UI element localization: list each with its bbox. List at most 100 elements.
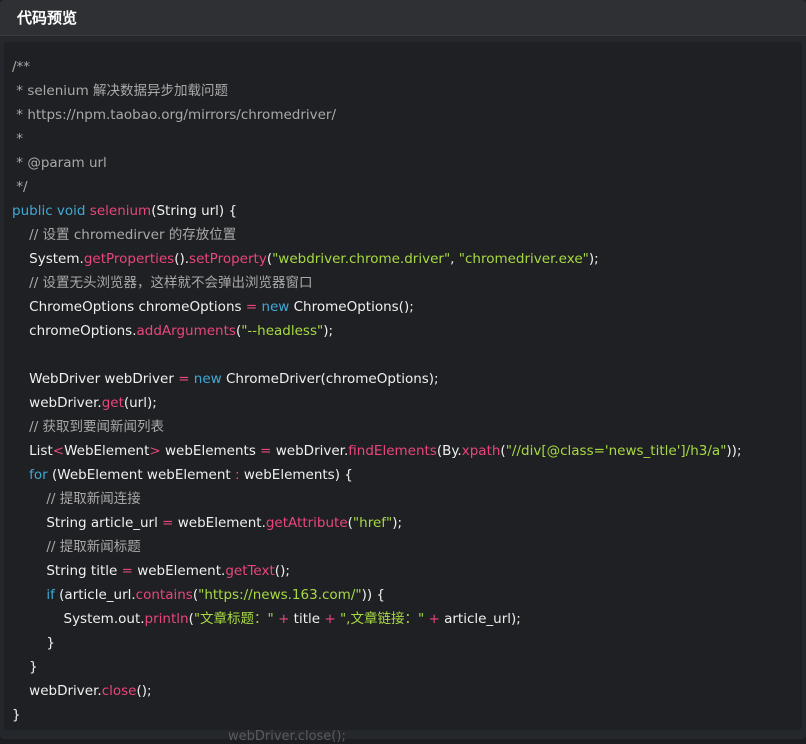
code-token-plain: (By. — [436, 443, 462, 459]
code-token-func: getAttribute — [265, 515, 348, 531]
code-line: // 设置无头浏览器，这样就不会弹出浏览器窗口 — [12, 271, 742, 295]
code-line: * https://npm.taobao.org/mirrors/chromed… — [12, 103, 742, 127]
code-line: webDriver.close(); — [12, 679, 742, 703]
code-token-plain: ChromeDriver(chromeOptions); — [221, 371, 439, 387]
code-token-func: getProperties — [83, 251, 175, 267]
code-token-string: "chromedriver.exe" — [458, 251, 589, 267]
code-token-keyword: new — [193, 371, 222, 387]
code-token-comment: */ — [12, 179, 28, 195]
code-token-plain: webElement. — [173, 515, 266, 531]
code-token-string: "https://news.163.com/" — [198, 587, 362, 603]
code-line: String title = webElement.getText(); — [12, 559, 742, 583]
code-token-plain: System.out. — [12, 611, 145, 627]
code-token-plain: chromeOptions. — [12, 323, 137, 339]
code-token-plain: String title — [12, 563, 122, 579]
code-token-plain: ); — [588, 251, 599, 267]
code-token-plain: (); — [136, 683, 152, 699]
code-token-plain: )) { — [361, 587, 386, 603]
code-line: } — [12, 655, 742, 679]
code-token-comment: // 提取新闻连接 — [12, 491, 141, 507]
code-token-comment: // 设置无头浏览器，这样就不会弹出浏览器窗口 — [12, 275, 313, 291]
code-line: * @param url — [12, 151, 742, 175]
code-token-comment: /** — [12, 59, 31, 75]
code-token-string: "href" — [352, 515, 393, 531]
code-token-plain: ChromeOptions(); — [289, 299, 414, 315]
code-token-func: contains — [135, 587, 193, 603]
code-token-keyword: public — [12, 203, 53, 219]
code-token-op: > — [149, 443, 161, 459]
code-token-plain: } — [12, 707, 21, 723]
code-line: List<WebElement> webElements = webDriver… — [12, 439, 741, 463]
code-token-plain: WebDriver webDriver — [12, 371, 179, 387]
code-token-op: + — [428, 611, 440, 627]
code-token-op: = — [162, 515, 174, 531]
code-line: public void selenium(String url) { — [12, 199, 742, 223]
code-token-plain: (WebElement webElement — [47, 467, 236, 483]
code-token-func: close — [101, 683, 137, 699]
code-token-op: = — [260, 443, 272, 459]
code-line: /** — [12, 55, 742, 79]
code-token-func: setProperty — [189, 251, 267, 267]
code-token-plain: webDriver. — [12, 395, 102, 411]
code-line: } — [12, 703, 742, 727]
code-line: System.out.println("文章标题：" + title + ",文… — [12, 607, 742, 631]
code-line: * — [12, 127, 742, 151]
code-line: // 获取到要闻新闻列表 — [12, 415, 742, 439]
code-token-plain: , — [450, 251, 459, 267]
code-token-plain: article_url); — [439, 611, 521, 627]
code-token-plain: WebElement — [64, 443, 150, 459]
code-token-func: findElements — [348, 443, 437, 459]
code-token-plain: System. — [12, 251, 84, 267]
code-token-func: selenium — [89, 203, 152, 219]
code-token-comment: * https://npm.taobao.org/mirrors/chromed… — [12, 107, 337, 123]
code-token-plain: List — [12, 443, 53, 459]
code-token-func: addArguments — [136, 323, 236, 339]
code-token-plain: ChromeOptions chromeOptions — [12, 299, 246, 315]
code-line: webDriver.get(url); — [12, 391, 742, 415]
background-text: webDriver.close(); — [228, 729, 346, 744]
code-token-plain: webDriver. — [271, 443, 349, 459]
code-token-comment: // 设置 chromedirver 的存放位置 — [12, 227, 237, 243]
code-token-keyword: if — [46, 587, 55, 603]
code-token-plain: webElements — [160, 443, 261, 459]
code-token-plain: (). — [174, 251, 190, 267]
code-token-string: "webdriver.chrome.driver" — [272, 251, 451, 267]
code-token-plain: (article_url. — [54, 587, 136, 603]
code-line: // 提取新闻标题 — [12, 535, 742, 559]
code-token-op: = — [178, 371, 190, 387]
code-token-op: = — [121, 563, 133, 579]
code-token-op: + — [278, 611, 290, 627]
code-line: } — [12, 631, 742, 655]
window-titlebar: 代码预览 — [0, 0, 806, 36]
code-line: System.getProperties().setProperty("webd… — [12, 247, 742, 271]
code-token-comment: * @param url — [12, 155, 107, 171]
code-token-plain: ); — [323, 323, 334, 339]
code-token-op: < — [52, 443, 65, 459]
code-token-string: "文章标题：" — [193, 611, 274, 627]
code-token-plain: (String url) { — [151, 203, 238, 219]
code-token-plain: webDriver. — [12, 683, 102, 699]
code-line: // 提取新闻连接 — [12, 487, 742, 511]
code-token-func: println — [144, 611, 189, 627]
code-token-keyword: void — [56, 203, 86, 219]
code-token-string: "//div[@class='news_title']/h3/a" — [505, 443, 727, 459]
code-line: * selenium 解决数据异步加载问题 — [12, 79, 742, 103]
code-token-comment: * selenium 解决数据异步加载问题 — [12, 83, 229, 99]
code-token-op: = — [245, 299, 258, 315]
code-token-op: + — [324, 611, 336, 627]
code-token-plain: (url); — [123, 395, 157, 411]
code-line: String article_url = webElement.getAttri… — [12, 511, 742, 535]
code-token-plain: } — [12, 635, 55, 651]
code-token-comment: // 提取新闻标题 — [12, 539, 141, 555]
code-token-func: xpath — [461, 443, 501, 459]
code-preview-window: 代码预览 /** * selenium 解决数据异步加载问题 * https:/… — [0, 0, 806, 739]
code-block[interactable]: /** * selenium 解决数据异步加载问题 * https://npm.… — [12, 55, 742, 727]
window-title: 代码预览 — [17, 9, 78, 27]
code-token-plain: ); — [392, 515, 403, 531]
code-token-plain: } — [12, 659, 38, 675]
code-token-plain: title — [289, 611, 325, 627]
code-token-comment: * — [12, 131, 24, 147]
code-panel[interactable]: /** * selenium 解决数据异步加载问题 * https://npm.… — [4, 42, 802, 730]
